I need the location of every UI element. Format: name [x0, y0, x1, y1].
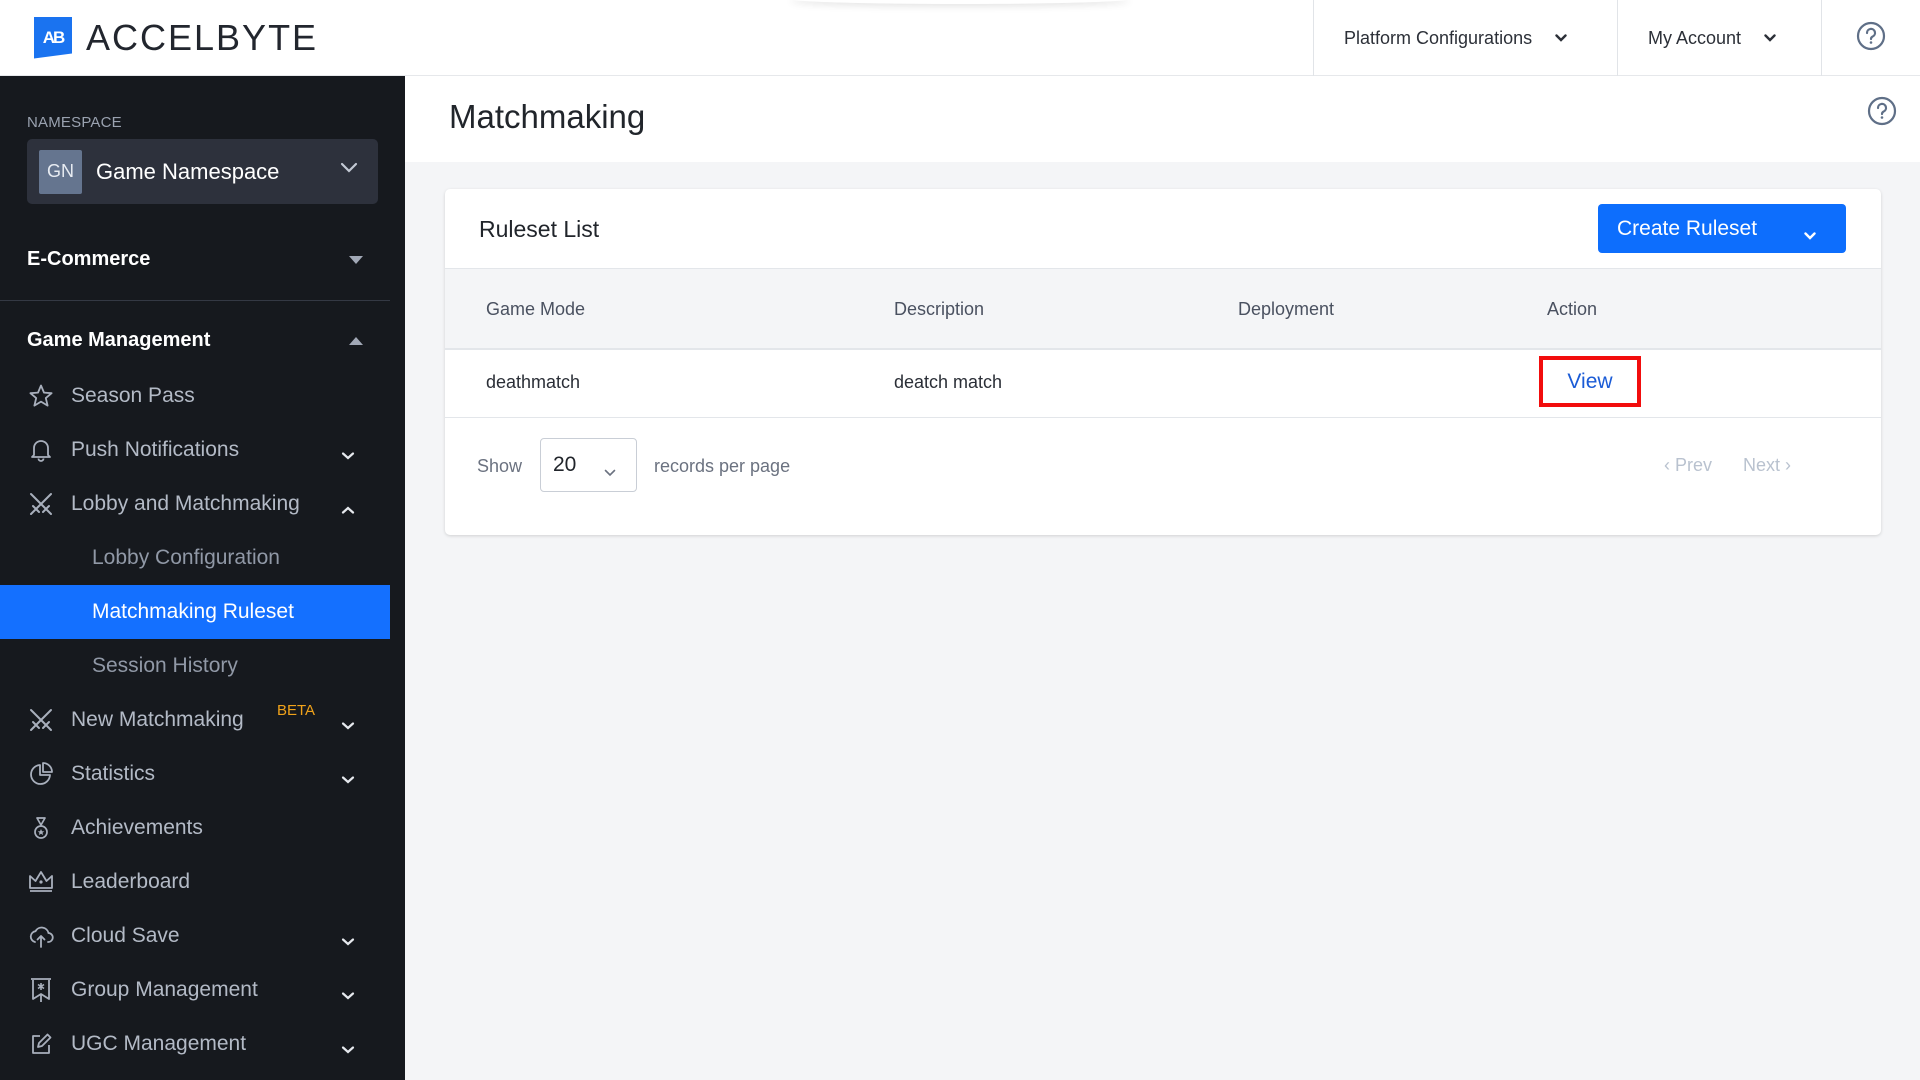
sidebar-item-label: UGC Management [71, 1032, 247, 1055]
card-title: Ruleset List [479, 216, 600, 242]
table-header: Game Mode Description Deployment Action [445, 268, 1881, 350]
my-account-menu[interactable]: My Account [1617, 0, 1821, 76]
sidebar-item-cloud-save[interactable]: Cloud Save [27, 916, 363, 956]
crossed-swords-icon [27, 706, 55, 734]
sidebar-item-label: New Matchmaking [71, 708, 244, 731]
page-title: Matchmaking [449, 98, 646, 135]
column-header-description: Description [894, 299, 985, 319]
cloud-upload-icon [27, 922, 55, 950]
sidebar-item-push-notifications[interactable]: Push Notifications [27, 430, 363, 470]
column-header-deployment: Deployment [1238, 299, 1335, 319]
subitem-label: Session History [92, 654, 238, 677]
sidebar-subitem-lobby-configuration[interactable]: Lobby Configuration [0, 531, 390, 585]
crossed-swords-icon [27, 490, 55, 518]
records-per-page-value: 20 [553, 453, 577, 476]
page-header: Matchmaking [405, 76, 1920, 162]
section-e-commerce[interactable]: E-Commerce [27, 248, 363, 271]
caret-down-icon [349, 255, 363, 264]
sidebar-item-label: Leaderboard [71, 870, 191, 893]
sidebar-item-label: Group Management [71, 978, 258, 1001]
chevron-down-icon [1804, 222, 1816, 246]
table-row: deathmatch deatch match View [445, 350, 1881, 418]
medal-icon [27, 814, 55, 842]
platform-configurations-menu[interactable]: Platform Configurations [1313, 0, 1617, 76]
sidebar-item-ugc-management[interactable]: UGC Management [27, 1024, 363, 1064]
group-banner-icon [27, 976, 55, 1004]
sidebar-item-lobby-and-matchmaking[interactable]: Lobby and Matchmaking [27, 484, 363, 524]
chevron-down-icon [341, 983, 355, 1007]
platform-configurations-label: Platform Configurations [1344, 27, 1533, 48]
ruleset-list-card: Ruleset List Create Ruleset Game Mode De… [445, 189, 1881, 535]
namespace-selector[interactable]: GN Game Namespace [27, 139, 378, 204]
star-icon [27, 382, 55, 410]
namespace-label: NAMESPACE [27, 114, 122, 131]
logo-text: ACCELBYTE [86, 16, 319, 58]
my-account-label: My Account [1648, 27, 1742, 48]
chevron-up-icon [341, 497, 355, 521]
prev-page-button[interactable]: ‹ Prev [1664, 455, 1712, 476]
sidebar-item-label: Cloud Save [71, 924, 180, 947]
sidebar-item-statistics[interactable]: Statistics [27, 754, 363, 794]
bell-icon [27, 436, 55, 464]
sidebar-item-season-pass[interactable]: Season Pass [27, 376, 363, 416]
top-shadow-decoration [790, 0, 1130, 4]
create-ruleset-label: Create Ruleset [1617, 216, 1758, 240]
help-circle-icon [1856, 21, 1886, 56]
namespace-name: Game Namespace [96, 158, 280, 184]
pagination-bar: Show 20 records per page ‹ Prev Next › [445, 418, 1881, 535]
sidebar-item-label: Achievements [71, 816, 203, 839]
sidebar-subitem-matchmaking-ruleset[interactable]: Matchmaking Ruleset [0, 585, 390, 639]
top-header: AB ACCELBYTE Platform Configurations My … [0, 0, 1920, 76]
sidebar-item-label: Season Pass [71, 384, 195, 407]
chevron-down-icon [341, 767, 355, 791]
cell-description: deatch match [894, 372, 1003, 392]
view-label: View [1567, 369, 1613, 393]
view-ruleset-link[interactable]: View [1539, 356, 1641, 407]
crown-icon [27, 868, 55, 896]
create-ruleset-button[interactable]: Create Ruleset [1598, 204, 1846, 253]
records-per-page-select[interactable]: 20 [540, 438, 637, 492]
show-label: Show [477, 456, 523, 476]
caret-up-icon [349, 336, 363, 345]
chevron-down-icon [1554, 31, 1568, 45]
sidebar-item-group-management[interactable]: Group Management [27, 970, 363, 1010]
chevron-down-icon [341, 1037, 355, 1061]
chevron-down-icon [340, 161, 358, 179]
sidebar-item-new-matchmaking[interactable]: New Matchmaking BETA [27, 700, 363, 740]
sidebar-item-label: Statistics [71, 762, 156, 785]
subitem-label: Lobby Configuration [92, 546, 280, 569]
namespace-avatar: GN [39, 149, 82, 194]
chevron-down-icon [341, 443, 355, 467]
chevron-down-icon [341, 929, 355, 953]
header-help-button[interactable] [1821, 0, 1920, 76]
pie-chart-icon [27, 760, 55, 788]
next-page-button[interactable]: Next › [1743, 455, 1791, 476]
sidebar-item-label: Push Notifications [71, 438, 240, 461]
accelbyte-logo[interactable]: AB ACCELBYTE [34, 0, 318, 76]
column-header-action: Action [1547, 299, 1598, 319]
sidebar-item-leaderboard[interactable]: Leaderboard [27, 862, 363, 902]
section-label: E-Commerce [27, 248, 151, 270]
logo-mark-icon: AB [34, 16, 72, 59]
page-help-button[interactable] [1867, 96, 1897, 131]
subitem-label: Matchmaking Ruleset [92, 600, 294, 623]
chevron-down-icon [1763, 31, 1777, 45]
sidebar-item-label: Lobby and Matchmaking [71, 492, 300, 515]
column-header-game-mode: Game Mode [486, 299, 586, 319]
chevron-down-icon [604, 459, 616, 483]
records-per-page-label: records per page [654, 456, 791, 476]
chevron-down-icon [341, 713, 355, 737]
cell-game-mode: deathmatch [486, 372, 581, 392]
section-game-management[interactable]: Game Management [27, 329, 363, 352]
help-circle-icon [1867, 96, 1897, 130]
sidebar-item-achievements[interactable]: Achievements [27, 808, 363, 848]
section-label: Game Management [27, 329, 211, 351]
section-divider [0, 300, 390, 301]
edit-icon [27, 1030, 55, 1058]
sidebar-subitem-session-history[interactable]: Session History [0, 639, 390, 693]
header-nav: Platform Configurations My Account [1313, 0, 1920, 76]
beta-badge: BETA [277, 702, 316, 719]
sidebar: NAMESPACE GN Game Namespace E-Commerce G… [0, 76, 405, 1080]
